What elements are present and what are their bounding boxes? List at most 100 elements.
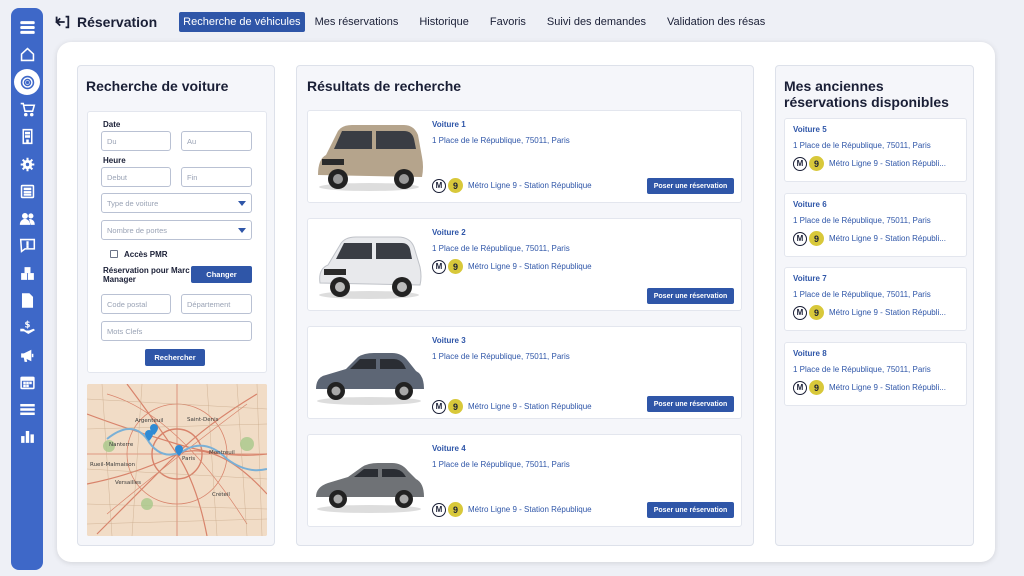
map-label: Paris	[182, 456, 195, 462]
chevron-down-icon	[238, 200, 246, 206]
tab-bar: Recherche de véhicules Mes réservations …	[179, 12, 782, 32]
car-image	[318, 125, 423, 191]
radar-icon[interactable]	[14, 69, 40, 96]
map-label: Rueil-Malmaison	[90, 462, 136, 468]
metro-info: M 9 Métro Ligne 9 - Station Républi...	[793, 380, 946, 395]
megaphone-icon[interactable]	[11, 341, 43, 368]
tab-suivi-demandes[interactable]: Suivi des demandes	[543, 12, 650, 32]
pmr-checkbox[interactable]	[110, 250, 118, 258]
time-end-field[interactable]: Fin	[181, 167, 252, 187]
home-icon[interactable]	[11, 41, 43, 68]
car-type-select[interactable]: Type de voiture	[101, 193, 252, 213]
metro-line-badge: 9	[448, 259, 463, 274]
metro-icon: M	[432, 178, 446, 193]
old-reservation-card[interactable]: Voiture 7 1 Place de le République, 7501…	[784, 267, 967, 331]
car-name[interactable]: Voiture 6	[793, 200, 827, 209]
reserve-button[interactable]: Poser une réservation	[647, 502, 734, 518]
page-title: Réservation	[77, 14, 158, 30]
metro-info: M 9 Métro Ligne 9 - Station Républi...	[793, 305, 946, 320]
car-name[interactable]: Voiture 1	[432, 120, 466, 129]
back-arrow-icon[interactable]	[53, 13, 71, 31]
old-reservation-card[interactable]: Voiture 5 1 Place de le République, 7501…	[784, 118, 967, 182]
newspaper-icon[interactable]	[11, 178, 43, 205]
car-name[interactable]: Voiture 2	[432, 228, 466, 237]
list-icon[interactable]	[11, 396, 43, 423]
metro-station: Métro Ligne 9 - Station Républi...	[829, 308, 946, 317]
car-name[interactable]: Voiture 8	[793, 349, 827, 358]
result-card[interactable]: Voiture 3 1 Place de le République, 7501…	[307, 326, 742, 419]
map[interactable]: Argenteuil Saint-Denis Nanterre Rueil-Ma…	[87, 384, 267, 536]
time-start-field[interactable]: Debut	[101, 167, 171, 187]
map-label: Saint-Denis	[187, 417, 219, 423]
top-bar: Réservation Recherche de véhicules Mes r…	[53, 10, 782, 34]
metro-line-badge: 9	[448, 399, 463, 414]
car-name[interactable]: Voiture 5	[793, 125, 827, 134]
metro-line-badge: 9	[448, 178, 463, 193]
old-reservation-card[interactable]: Voiture 6 1 Place de le République, 7501…	[784, 193, 967, 257]
keywords-field[interactable]: Mots Clefs	[101, 321, 252, 341]
postal-code-field[interactable]: Code postal	[101, 294, 171, 314]
gear-icon[interactable]	[11, 150, 43, 177]
old-reservations-panel: Mes anciennes réservations disponibles V…	[775, 65, 974, 546]
main-card: Recherche de voiture Date Du Au Heure De…	[57, 42, 995, 562]
tab-validation-resas[interactable]: Validation des résas	[663, 12, 769, 32]
search-panel: Recherche de voiture Date Du Au Heure De…	[77, 65, 275, 546]
document-icon[interactable]	[11, 287, 43, 314]
change-button[interactable]: Changer	[191, 266, 252, 283]
building-icon[interactable]	[11, 123, 43, 150]
metro-station: Métro Ligne 9 - Station République	[468, 262, 592, 271]
chart-icon[interactable]	[11, 423, 43, 450]
boxes-icon[interactable]	[11, 260, 43, 287]
reserve-button[interactable]: Poser une réservation	[647, 396, 734, 412]
svg-text:$: $	[24, 321, 30, 331]
result-card[interactable]: Voiture 4 1 Place de le République, 7501…	[307, 434, 742, 527]
car-image	[316, 463, 424, 513]
metro-icon: M	[432, 259, 446, 274]
map-label: Argenteuil	[135, 418, 164, 424]
metro-station: Métro Ligne 9 - Station Républi...	[829, 234, 946, 243]
car-address: 1 Place de le République, 75011, Paris	[793, 141, 931, 150]
map-label: Créteil	[212, 491, 230, 498]
tab-historique[interactable]: Historique	[415, 12, 473, 32]
reserve-button[interactable]: Poser une réservation	[647, 178, 734, 194]
hand-money-icon[interactable]: $	[11, 314, 43, 341]
result-card[interactable]: Voiture 2 1 Place de le République, 7501…	[307, 218, 742, 311]
metro-station: Métro Ligne 9 - Station Républi...	[829, 159, 946, 168]
metro-info: M 9 Métro Ligne 9 - Station République	[432, 399, 592, 414]
old-reservation-card[interactable]: Voiture 8 1 Place de le République, 7501…	[784, 342, 967, 406]
tab-recherche-vehicules[interactable]: Recherche de véhicules	[179, 12, 305, 32]
date-label: Date	[103, 120, 121, 129]
users-icon[interactable]	[11, 205, 43, 232]
calendar-icon[interactable]	[11, 369, 43, 396]
metro-station: Métro Ligne 9 - Station République	[468, 505, 592, 514]
metro-line-badge: 9	[809, 380, 824, 395]
doors-select[interactable]: Nombre de portes	[101, 220, 252, 240]
metro-icon: M	[793, 231, 807, 246]
alert-message-icon[interactable]	[11, 232, 43, 259]
tab-mes-reservations[interactable]: Mes réservations	[311, 12, 403, 32]
reservation-for-label: Réservation pour Marc Manager	[103, 266, 190, 284]
metro-line-badge: 9	[809, 231, 824, 246]
cart-icon[interactable]	[11, 96, 43, 123]
departement-field[interactable]: Département	[181, 294, 252, 314]
map-canvas[interactable]: Argenteuil Saint-Denis Nanterre Rueil-Ma…	[87, 384, 267, 536]
reserve-button[interactable]: Poser une réservation	[647, 288, 734, 304]
car-address: 1 Place de le République, 75011, Paris	[793, 290, 931, 299]
date-from-field[interactable]: Du	[101, 131, 171, 151]
car-name[interactable]: Voiture 4	[432, 444, 466, 453]
tab-favoris[interactable]: Favoris	[486, 12, 530, 32]
result-card[interactable]: Voiture 1 1 Place de le République, 7501…	[307, 110, 742, 203]
metro-icon: M	[432, 502, 446, 517]
car-address: 1 Place de le République, 75011, Paris	[432, 244, 570, 253]
doors-placeholder: Nombre de portes	[107, 225, 168, 235]
date-to-field[interactable]: Au	[181, 131, 252, 151]
metro-info: M 9 Métro Ligne 9 - Station République	[432, 502, 592, 517]
car-address: 1 Place de le République, 75011, Paris	[793, 365, 931, 374]
car-image	[316, 353, 424, 405]
search-button[interactable]: Rechercher	[145, 349, 205, 366]
metro-line-badge: 9	[448, 502, 463, 517]
menu-icon[interactable]	[11, 14, 43, 41]
car-name[interactable]: Voiture 3	[432, 336, 466, 345]
results-panel-title: Résultats de recherche	[307, 78, 462, 94]
car-name[interactable]: Voiture 7	[793, 274, 827, 283]
